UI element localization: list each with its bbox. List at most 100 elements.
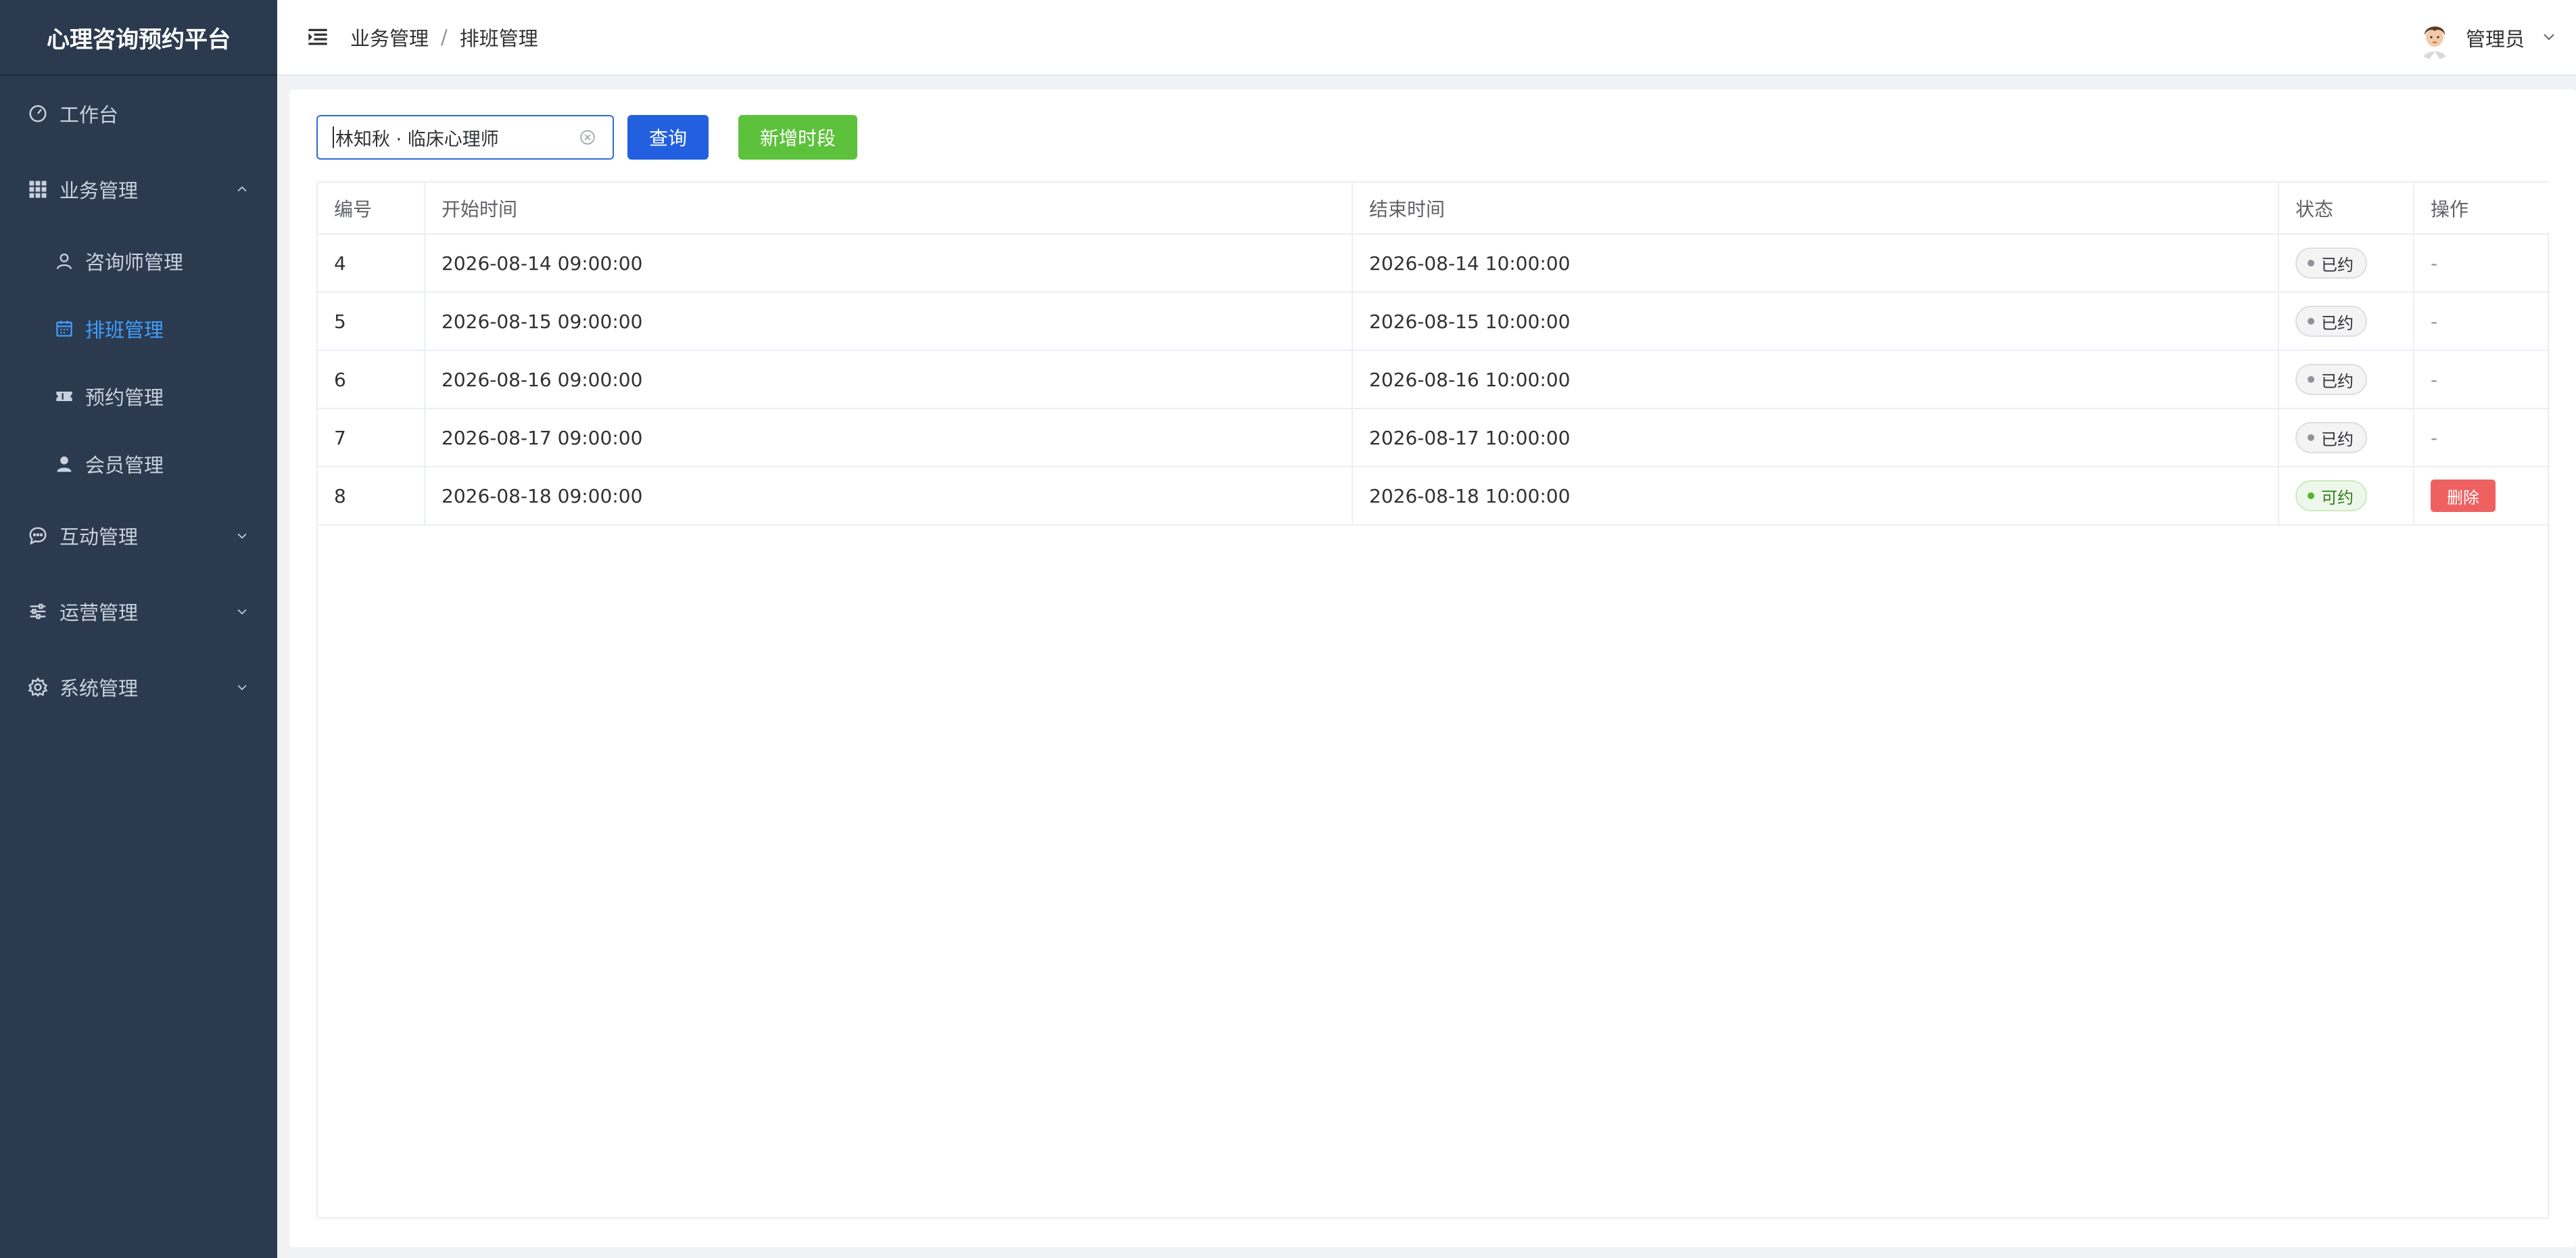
menu-fold-icon[interactable] — [304, 24, 331, 51]
delete-button[interactable]: 删除 — [2431, 480, 2496, 512]
sidebar-item-business[interactable]: 业务管理 — [0, 152, 277, 227]
sidebar-item-label: 业务管理 — [59, 179, 139, 202]
table-header-row: 编号 开始时间 结束时间 状态 操作 — [318, 183, 2550, 235]
cell-end: 2026-08-14 10:00:00 — [1352, 234, 2279, 293]
status-dot — [2308, 492, 2314, 499]
ticket-icon — [53, 385, 76, 408]
sidebar-item-label: 排班管理 — [85, 319, 164, 342]
sidebar-item-label: 互动管理 — [59, 526, 139, 549]
cell-status: 已约 — [2279, 292, 2414, 351]
toolbar: 林知秋 · 临床心理师 查询 新增时段 — [316, 115, 857, 160]
status-text: 已约 — [2321, 371, 2354, 391]
no-action-text: - — [2431, 426, 2438, 449]
cell-status: 已约 — [2279, 234, 2414, 293]
top-header: 业务管理 / 排班管理 管理员 — [277, 0, 2576, 76]
breadcrumb-item-business[interactable]: 业务管理 — [350, 23, 429, 51]
status-text: 已约 — [2321, 313, 2354, 333]
table-row: 7 2026-08-17 09:00:00 2026-08-17 10:00:0… — [318, 409, 2550, 467]
chevron-down-icon — [234, 603, 250, 620]
calendar-icon — [53, 317, 76, 340]
clear-icon[interactable] — [577, 127, 598, 147]
status-text: 可约 — [2321, 488, 2354, 507]
add-slot-button[interactable]: 新增时段 — [738, 115, 857, 160]
sidebar-item-label: 工作台 — [59, 103, 119, 126]
cell-id: 8 — [318, 467, 425, 526]
sidebar-item-label: 系统管理 — [59, 677, 139, 700]
cell-actions: - — [2414, 350, 2550, 409]
sidebar-item-label: 预约管理 — [85, 386, 164, 409]
status-badge: 已约 — [2295, 248, 2367, 279]
table-row: 8 2026-08-18 09:00:00 2026-08-18 10:00:0… — [318, 467, 2550, 526]
sidebar-item-interaction[interactable]: 互动管理 — [0, 498, 277, 574]
status-dot — [2308, 376, 2314, 383]
sidebar-item-schedule[interactable]: 排班管理 — [0, 295, 277, 363]
cell-start: 2026-08-15 09:00:00 — [425, 292, 1353, 351]
cell-status: 已约 — [2279, 350, 2414, 409]
no-action-text: - — [2431, 368, 2438, 391]
column-header-start: 开始时间 — [425, 183, 1353, 235]
table-row: 6 2026-08-16 09:00:00 2026-08-16 10:00:0… — [318, 350, 2550, 409]
cell-actions: 删除 — [2414, 467, 2550, 526]
cell-end: 2026-08-16 10:00:00 — [1352, 350, 2279, 409]
no-action-text: - — [2431, 252, 2438, 275]
breadcrumb-item-schedule: 排班管理 — [459, 27, 538, 50]
cell-start: 2026-08-14 09:00:00 — [425, 234, 1353, 293]
cell-id: 5 — [318, 292, 425, 351]
text-caret — [333, 126, 334, 148]
grid-icon — [26, 177, 50, 202]
chevron-down-icon — [234, 679, 250, 695]
column-header-status: 状态 — [2279, 183, 2414, 235]
gear-icon — [26, 675, 50, 699]
content-card: 林知秋 · 临床心理师 查询 新增时段 编号 开始时间 结束时间 状态 操作 4 — [289, 89, 2576, 1247]
cell-end: 2026-08-17 10:00:00 — [1352, 409, 2279, 467]
breadcrumb-separator: / — [441, 26, 448, 49]
chevron-down-icon — [234, 528, 250, 544]
sidebar-item-label: 会员管理 — [85, 454, 164, 477]
user-name: 管理员 — [2465, 28, 2525, 51]
status-badge: 已约 — [2295, 422, 2367, 453]
cell-start: 2026-08-17 09:00:00 — [425, 409, 1353, 467]
app-title: 心理咨询预约平台 — [0, 0, 277, 76]
sidebar-item-members[interactable]: 会员管理 — [0, 430, 277, 498]
cell-actions: - — [2414, 292, 2550, 351]
cell-status: 可约 — [2279, 467, 2414, 526]
cell-start: 2026-08-16 09:00:00 — [425, 350, 1353, 409]
counselor-select[interactable]: 林知秋 · 临床心理师 — [316, 115, 614, 160]
sidebar-item-dashboard[interactable]: 工作台 — [0, 76, 277, 152]
counselor-select-value: 林知秋 · 临床心理师 — [335, 129, 499, 150]
table-row: 5 2026-08-15 09:00:00 2026-08-15 10:00:0… — [318, 292, 2550, 351]
cell-id: 4 — [318, 234, 425, 293]
query-button[interactable]: 查询 — [627, 115, 709, 160]
column-header-end: 结束时间 — [1352, 183, 2279, 235]
status-text: 已约 — [2321, 429, 2354, 449]
avatar — [2412, 16, 2456, 60]
cell-end: 2026-08-15 10:00:00 — [1352, 292, 2279, 351]
user-menu[interactable]: 管理员 — [2412, 0, 2557, 76]
status-dot — [2308, 318, 2314, 325]
chat-icon — [26, 523, 50, 548]
cell-end: 2026-08-18 10:00:00 — [1352, 467, 2279, 526]
status-badge: 可约 — [2295, 480, 2367, 511]
column-header-actions: 操作 — [2414, 183, 2550, 235]
sidebar-item-system[interactable]: 系统管理 — [0, 649, 277, 725]
cell-actions: - — [2414, 234, 2550, 293]
chevron-up-icon — [234, 181, 250, 197]
cell-status: 已约 — [2279, 409, 2414, 467]
sidebar-item-label: 运营管理 — [59, 601, 139, 624]
status-dot — [2308, 260, 2314, 266]
cell-start: 2026-08-18 09:00:00 — [425, 467, 1353, 526]
column-header-id: 编号 — [318, 183, 425, 235]
cell-id: 7 — [318, 409, 425, 467]
cell-id: 6 — [318, 350, 425, 409]
chevron-down-icon — [2541, 28, 2557, 47]
sidebar-item-appointments[interactable]: 预约管理 — [0, 363, 277, 430]
sidebar-item-operations[interactable]: 运营管理 — [0, 574, 277, 649]
person-outline-icon — [53, 250, 76, 273]
status-text: 已约 — [2321, 255, 2354, 275]
sidebar-item-counselors[interactable]: 咨询师管理 — [0, 227, 277, 295]
status-badge: 已约 — [2295, 306, 2367, 337]
person-solid-icon — [53, 452, 76, 475]
sidebar: 心理咨询预约平台 工作台 业务管理 咨询师管理 排班管理 预约管理 会员管理 互… — [0, 0, 277, 1258]
sidebar-item-label: 咨询师管理 — [85, 251, 184, 274]
sliders-icon — [26, 599, 50, 624]
